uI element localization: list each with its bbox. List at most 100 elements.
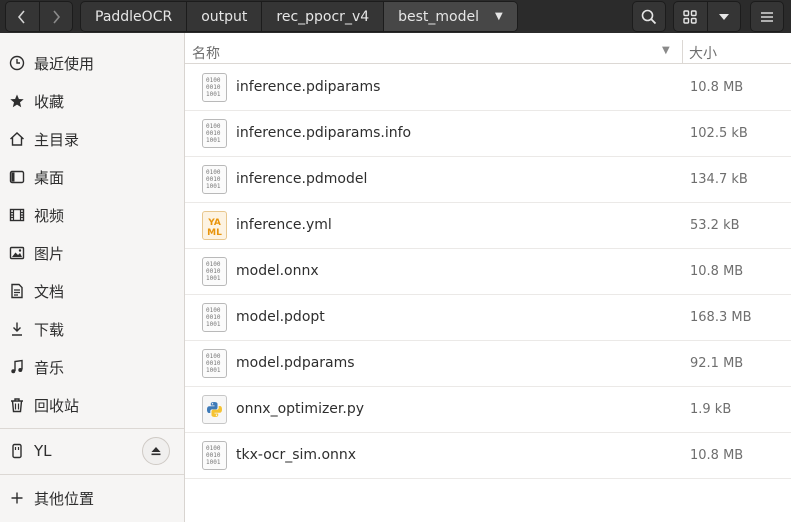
- sidebar-item-recent[interactable]: 最近使用: [0, 44, 184, 82]
- file-list: 名称 ▼ 大小 0100 0010 1001 inference.pdiparams…: [185, 33, 791, 522]
- sidebar-item-trash[interactable]: 回收站: [0, 386, 184, 424]
- main-menu-button[interactable]: [750, 1, 784, 32]
- binary-glyph-line: 1001: [206, 91, 221, 98]
- view-options: [673, 1, 741, 32]
- file-size: 1.9 kB: [690, 402, 732, 417]
- file-row[interactable]: 0100 0010 1001 model.pdparams 92.1 MB: [185, 341, 791, 387]
- sidebar-item-pictures[interactable]: 图片: [0, 234, 184, 272]
- sidebar-item-label: 桌面: [34, 168, 65, 187]
- trash-icon: [8, 396, 26, 414]
- binary-glyph-line: 1001: [206, 459, 221, 466]
- grid-view-button[interactable]: [674, 2, 707, 31]
- file-row[interactable]: 0100 0010 1001 tkx-ocr_sim.onnx 10.8 MB: [185, 433, 791, 479]
- column-header-size[interactable]: 大小: [689, 43, 717, 63]
- binary-file-icon: 0100 0010 1001: [202, 119, 227, 148]
- eject-button[interactable]: [142, 437, 170, 465]
- sidebar-item-home[interactable]: 主目录: [0, 120, 184, 158]
- chevron-right-icon: [53, 9, 61, 24]
- breadcrumb-label: rec_ppocr_v4: [276, 8, 370, 25]
- sidebar-item-label: 视频: [34, 206, 65, 225]
- sidebar-item-label: 下载: [34, 320, 65, 339]
- breadcrumb-item[interactable]: PaddleOCR: [81, 2, 186, 31]
- video-icon: [8, 206, 26, 224]
- header-bar: PaddleOCR output rec_ppocr_v4 best_model…: [0, 0, 791, 33]
- file-size: 168.3 MB: [690, 310, 752, 325]
- back-button[interactable]: [6, 2, 39, 31]
- binary-glyph-line: 0100: [206, 261, 221, 268]
- file-name: inference.pdiparams: [236, 79, 381, 95]
- search-button[interactable]: [632, 1, 666, 32]
- binary-glyph-line: 0100: [206, 123, 221, 130]
- file-name: model.pdparams: [236, 355, 355, 371]
- file-name: onnx_optimizer.py: [236, 401, 365, 417]
- file-row[interactable]: 0100 0010 1001 model.pdopt 168.3 MB: [185, 295, 791, 341]
- sidebar-item-label: 文档: [34, 282, 65, 301]
- file-row[interactable]: 0100 0010 1001 inference.pdmodel 134.7 kB: [185, 157, 791, 203]
- file-name: model.pdopt: [236, 309, 325, 325]
- file-row[interactable]: 0100 0010 1001 inference.pdiparams 10.8 MB: [185, 65, 791, 111]
- sidebar-item-downloads[interactable]: 下载: [0, 310, 184, 348]
- sidebar-item-music[interactable]: 音乐: [0, 348, 184, 386]
- file-row[interactable]: YA ML inference.yml 53.2 kB: [185, 203, 791, 249]
- sidebar-item-documents[interactable]: 文档: [0, 272, 184, 310]
- yaml-file-icon: YA ML: [202, 211, 227, 240]
- navigation-buttons: [5, 1, 73, 32]
- file-size: 134.7 kB: [690, 172, 748, 187]
- forward-button[interactable]: [38, 2, 72, 31]
- file-size: 53.2 kB: [690, 218, 740, 233]
- binary-glyph-line: 1001: [206, 367, 221, 374]
- binary-glyph-line: 0100: [206, 353, 221, 360]
- file-row[interactable]: onnx_optimizer.py 1.9 kB: [185, 387, 791, 433]
- clock-icon: [8, 54, 26, 72]
- sidebar-item-other-locations[interactable]: 其他位置: [0, 479, 184, 517]
- breadcrumb-item[interactable]: rec_ppocr_v4: [261, 2, 383, 31]
- python-file-icon: [202, 395, 227, 424]
- breadcrumb-label: best_model: [398, 8, 480, 25]
- file-row[interactable]: 0100 0010 1001 inference.pdiparams.info 10…: [185, 111, 791, 157]
- binary-glyph-line: 0010: [206, 452, 221, 459]
- hamburger-menu-icon: [761, 11, 773, 22]
- binary-file-icon: 0100 0010 1001: [202, 73, 227, 102]
- column-divider[interactable]: [682, 40, 683, 64]
- binary-glyph-line: 0010: [206, 314, 221, 321]
- breadcrumb-current[interactable]: best_model ▼: [383, 2, 517, 31]
- star-icon: [8, 92, 26, 110]
- sidebar: 最近使用 收藏 主目录 桌面 视频 图片 文档 下载 音乐 回收站 YL 其他位…: [0, 33, 185, 522]
- view-menu-button[interactable]: [706, 2, 740, 31]
- sidebar-item-label: YL: [34, 442, 52, 460]
- download-icon: [8, 320, 26, 338]
- file-size: 10.8 MB: [690, 264, 744, 279]
- caret-down-icon: ▼: [495, 11, 503, 22]
- binary-glyph-line: 1001: [206, 275, 221, 282]
- file-size: 92.1 MB: [690, 356, 744, 371]
- sort-descending-icon: ▼: [662, 45, 670, 56]
- file-row[interactable]: 0100 0010 1001 model.onnx 10.8 MB: [185, 249, 791, 295]
- column-header-name[interactable]: 名称: [192, 43, 220, 63]
- sidebar-item-label: 主目录: [34, 130, 80, 149]
- sidebar-item-label: 回收站: [34, 396, 80, 415]
- sidebar-item-videos[interactable]: 视频: [0, 196, 184, 234]
- file-name: inference.pdmodel: [236, 171, 368, 187]
- file-size: 10.8 MB: [690, 448, 744, 463]
- file-name: inference.yml: [236, 217, 332, 233]
- sidebar-item-label: 最近使用: [34, 54, 95, 73]
- binary-file-icon: 0100 0010 1001: [202, 257, 227, 286]
- desktop-icon: [8, 168, 26, 186]
- plus-icon: [8, 489, 26, 507]
- binary-glyph-line: 1001: [206, 137, 221, 144]
- binary-glyph-line: 0010: [206, 268, 221, 275]
- sidebar-item-desktop[interactable]: 桌面: [0, 158, 184, 196]
- breadcrumb-item[interactable]: output: [186, 2, 261, 31]
- binary-glyph-line: 0010: [206, 130, 221, 137]
- file-name: tkx-ocr_sim.onnx: [236, 447, 357, 463]
- binary-glyph-line: 0010: [206, 176, 221, 183]
- file-name: inference.pdiparams.info: [236, 125, 412, 141]
- binary-file-icon: 0100 0010 1001: [202, 441, 227, 470]
- sidebar-item-starred[interactable]: 收藏: [0, 82, 184, 120]
- column-header: 名称 ▼ 大小: [185, 40, 791, 64]
- sidebar-divider: [0, 474, 184, 475]
- usb-drive-icon: [8, 442, 26, 460]
- breadcrumb-label: PaddleOCR: [95, 8, 173, 25]
- yaml-glyph-line: YA: [207, 218, 221, 228]
- binary-glyph-line: 0100: [206, 77, 221, 84]
